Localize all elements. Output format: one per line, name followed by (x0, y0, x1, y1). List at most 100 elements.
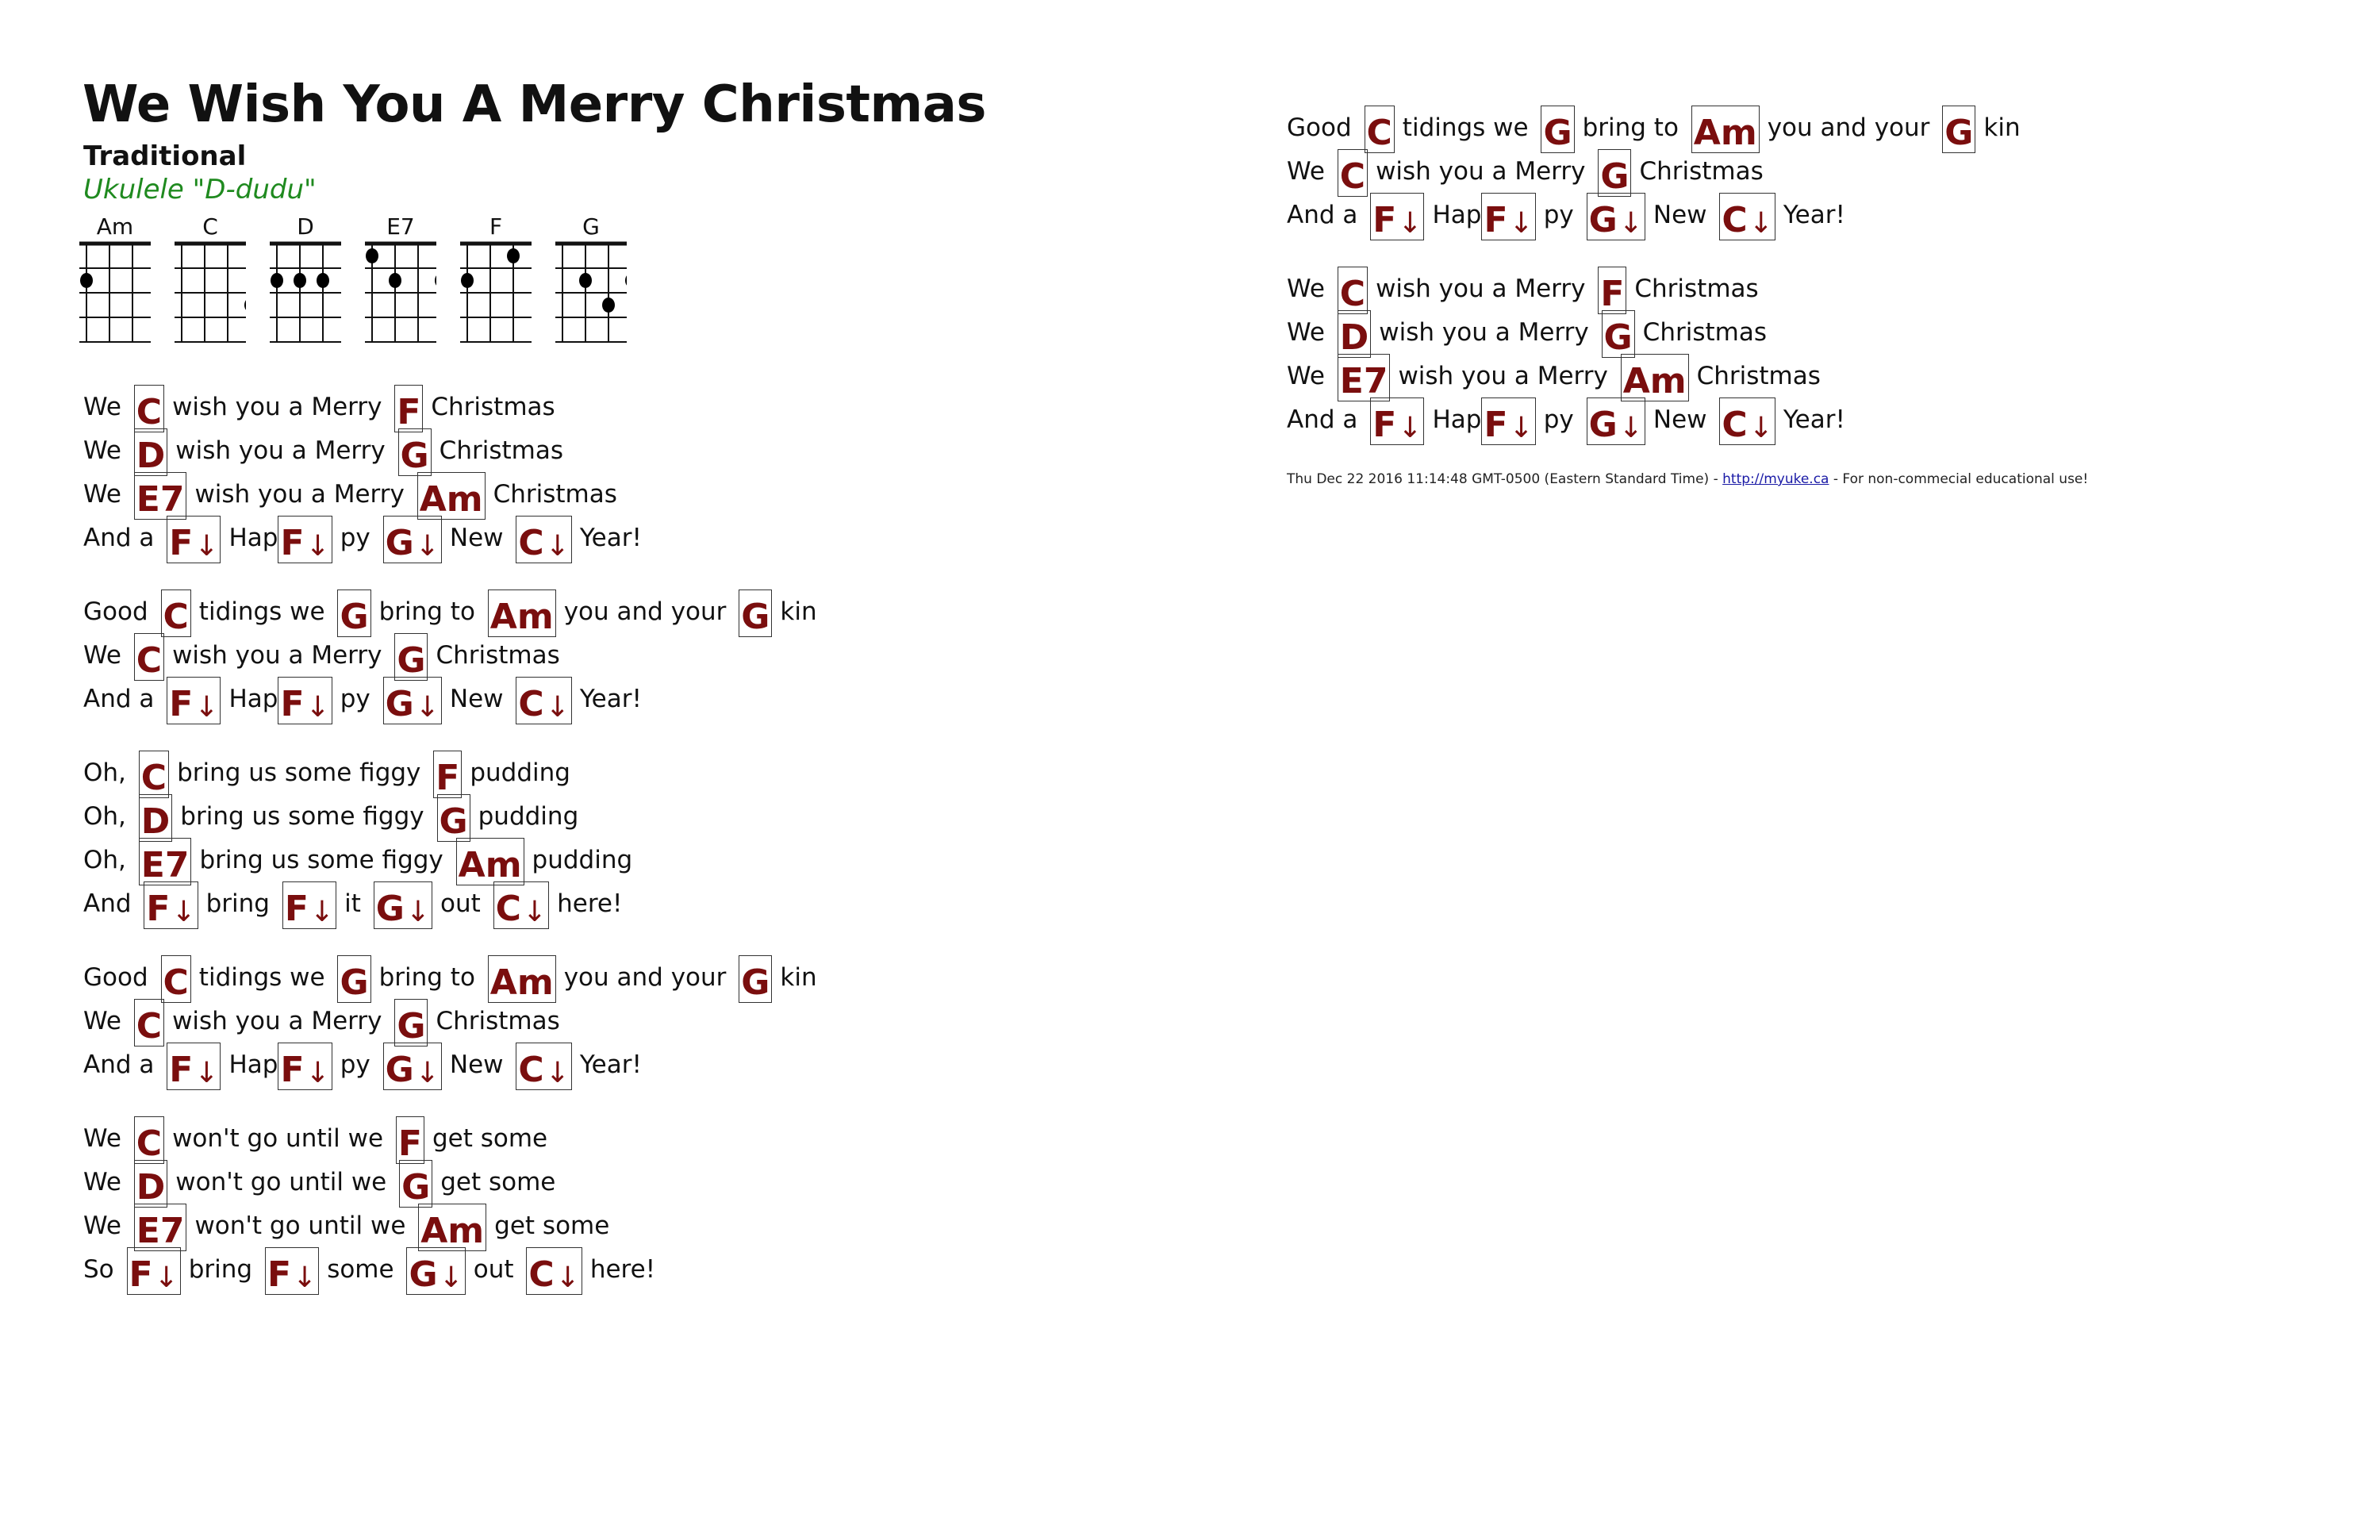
chord-f[interactable]: F (1598, 267, 1627, 314)
chord-g[interactable]: G (399, 1160, 433, 1208)
chord-c[interactable]: C (138, 751, 170, 798)
chord-g[interactable]: G (739, 955, 773, 1003)
lyric-text: Year! (1783, 201, 1845, 229)
chord-am[interactable]: Am (487, 590, 556, 637)
chord-f[interactable]: F ↓ (278, 516, 332, 563)
instrument-tuning: Ukulele "D-dudu" (83, 174, 317, 205)
chord-e7[interactable]: E7 (138, 838, 192, 885)
chord-f[interactable]: F ↓ (1370, 193, 1425, 240)
chord-f[interactable]: F ↓ (126, 1247, 181, 1295)
chord-f[interactable]: F ↓ (278, 1043, 332, 1090)
chord-f[interactable]: F ↓ (264, 1247, 320, 1295)
chord-g[interactable]: G (394, 633, 428, 681)
chord-d[interactable]: D (1337, 310, 1372, 358)
chord-am[interactable]: Am (455, 838, 524, 885)
chord-c[interactable]: C (1364, 106, 1395, 153)
chord-e7[interactable]: E7 (133, 472, 187, 520)
chord-c[interactable]: C ↓ (516, 677, 572, 724)
finger-dot (244, 300, 246, 310)
chord-g[interactable]: G (1601, 310, 1635, 358)
lyric-text: We (1287, 275, 1333, 303)
chord-c[interactable]: C (1337, 149, 1368, 197)
footer-link[interactable]: http://myuke.ca (1722, 471, 1829, 487)
chord-c[interactable]: C ↓ (516, 1043, 572, 1090)
chord-g[interactable]: G (436, 794, 470, 842)
chord-name: F (397, 1123, 422, 1164)
chord-f[interactable]: F ↓ (167, 1043, 221, 1090)
chord-name: Am (489, 597, 554, 637)
chord-g[interactable]: G ↓ (382, 516, 442, 563)
lyric-text: And a (1287, 201, 1366, 229)
finger-dot (294, 273, 306, 288)
chord-am[interactable]: Am (1620, 354, 1689, 401)
chord-am[interactable]: Am (418, 1204, 487, 1251)
chord-diagrams: Am C D E7 F G (79, 216, 627, 344)
chord-f[interactable]: F ↓ (1481, 397, 1536, 445)
chord-g[interactable]: G ↓ (406, 1247, 466, 1295)
chord-f[interactable]: F ↓ (1481, 193, 1536, 240)
lyric-line: We Dwish you a Merry G Christmas (83, 424, 817, 476)
chord-g[interactable]: G (397, 428, 432, 476)
chord-d[interactable]: D (138, 794, 173, 842)
chord-g[interactable]: G ↓ (382, 677, 442, 724)
chord-f[interactable]: F ↓ (167, 677, 221, 724)
chord-name: F (280, 684, 305, 724)
chord-f[interactable]: F (394, 385, 424, 432)
lyric-text: py (340, 524, 378, 552)
chord-g[interactable]: G (1942, 106, 1976, 153)
chord-d[interactable]: D (133, 1160, 168, 1208)
chord-c[interactable]: C (133, 1116, 165, 1164)
chord-g[interactable]: G ↓ (382, 1043, 442, 1090)
lyric-text: We (83, 1168, 129, 1196)
lyric-text: Christmas (493, 480, 617, 509)
chord-g[interactable]: G ↓ (1586, 397, 1645, 445)
chord-name: G (439, 801, 468, 842)
chord-am[interactable]: Am (416, 472, 486, 520)
chord-diagram-c: C (175, 216, 246, 344)
chord-f[interactable]: F (395, 1116, 424, 1164)
chord-g[interactable]: G (394, 999, 428, 1047)
chord-c[interactable]: C ↓ (1719, 397, 1775, 445)
lyric-text: bring to (1582, 113, 1687, 142)
chord-f[interactable]: F ↓ (167, 516, 221, 563)
chord-c[interactable]: C ↓ (493, 881, 550, 929)
chord-c[interactable]: C (1337, 267, 1368, 314)
chord-g[interactable]: G (1541, 106, 1575, 153)
chord-c[interactable]: C ↓ (516, 516, 572, 563)
chord-g[interactable]: G (739, 590, 773, 637)
chord-name: F (1484, 405, 1508, 445)
chord-e7[interactable]: E7 (133, 1204, 187, 1251)
chord-c[interactable]: C (133, 633, 165, 681)
chord-c[interactable]: C (133, 999, 165, 1047)
chord-am[interactable]: Am (487, 955, 556, 1003)
chord-g[interactable]: G (1598, 149, 1632, 197)
chord-g[interactable]: G (337, 955, 371, 1003)
lyric-text: here! (589, 1255, 656, 1284)
chord-g[interactable]: G (337, 590, 371, 637)
chord-c[interactable]: C (133, 385, 165, 432)
chord-c[interactable]: C ↓ (526, 1247, 582, 1295)
chord-c[interactable]: C ↓ (1719, 193, 1775, 240)
lyric-line: We Cwish you a Merry F Christmas (83, 381, 817, 432)
strum-down-icon: ↓ (154, 1262, 178, 1294)
lyric-text: Christmas (1634, 275, 1759, 303)
strum-down-icon: ↓ (522, 896, 547, 928)
chord-am[interactable]: Am (1691, 106, 1760, 153)
chord-f[interactable]: F (433, 751, 463, 798)
lyric-text: out (473, 1255, 522, 1284)
lyric-text: won't go until we (194, 1212, 414, 1240)
lyric-text: you and your (563, 597, 735, 626)
chord-f[interactable]: F ↓ (282, 881, 337, 929)
chord-name: G (385, 1050, 414, 1090)
chord-d[interactable]: D (133, 428, 168, 476)
chord-c[interactable]: C (160, 955, 191, 1003)
chord-e7[interactable]: E7 (1337, 354, 1391, 401)
chord-name: F (1372, 405, 1397, 445)
chord-g[interactable]: G ↓ (1586, 193, 1645, 240)
chord-g[interactable]: G ↓ (373, 881, 432, 929)
chord-c[interactable]: C (160, 590, 191, 637)
chord-f[interactable]: F ↓ (278, 677, 332, 724)
chord-f[interactable]: F ↓ (1370, 397, 1425, 445)
finger-dot (317, 273, 329, 288)
chord-f[interactable]: F ↓ (144, 881, 198, 929)
